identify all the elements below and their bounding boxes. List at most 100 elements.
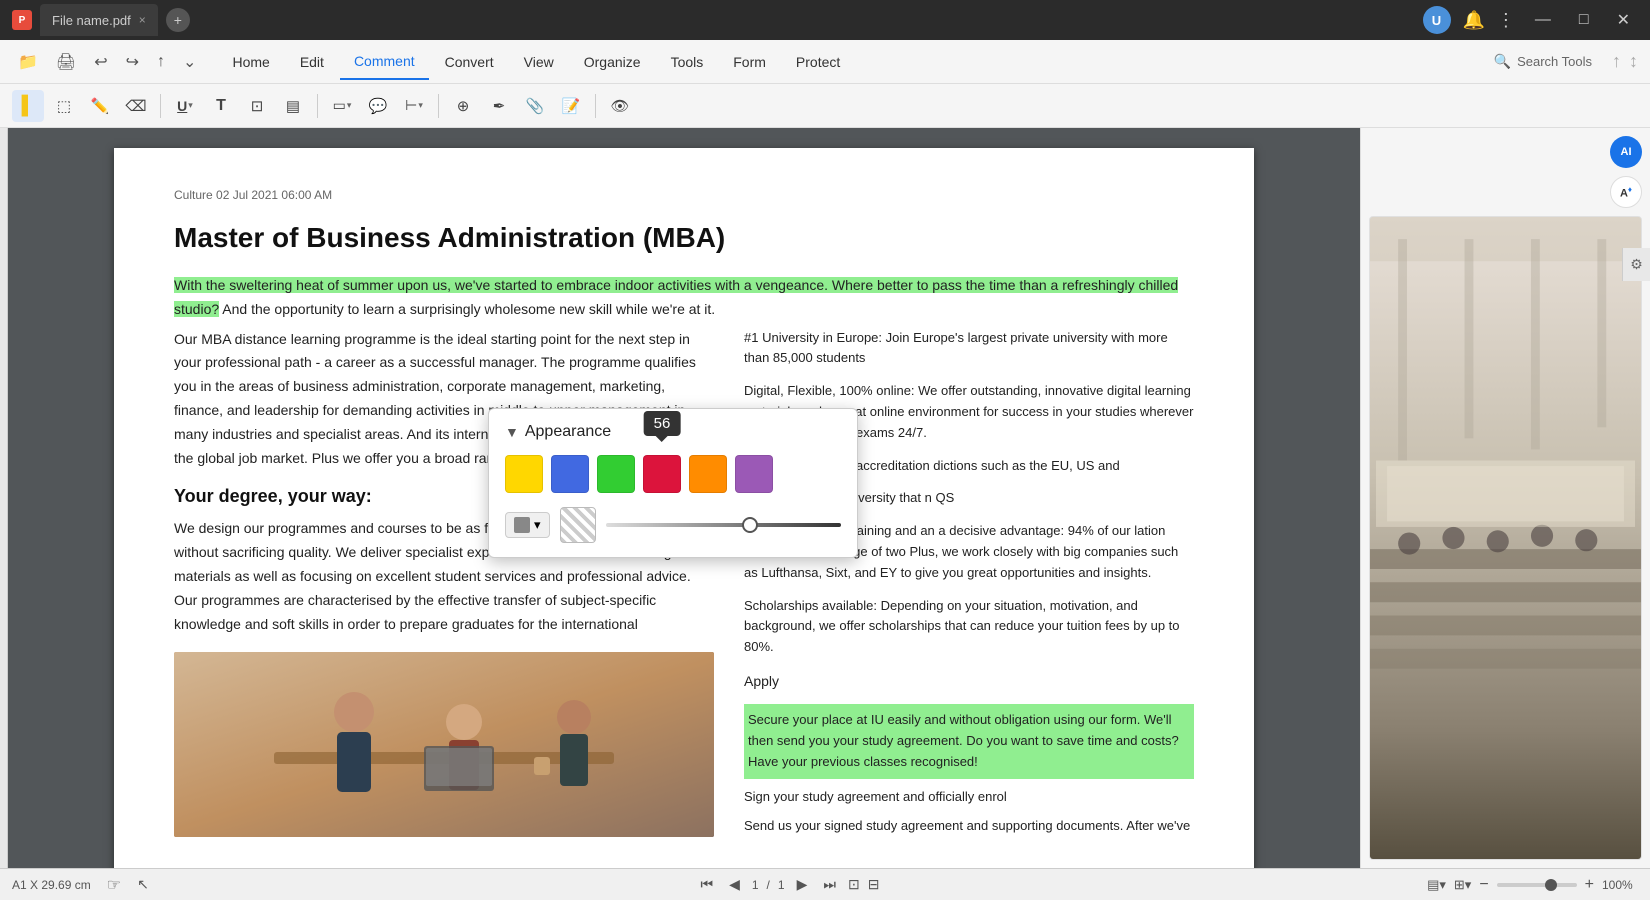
page-total: 1 (778, 878, 785, 892)
after-highlight: And the opportunity to learn a surprisin… (222, 301, 715, 317)
fit-page-button[interactable]: ⊡ (848, 876, 860, 893)
right-panel-adjust-button[interactable]: ⚙ (1622, 248, 1650, 281)
download-icon[interactable]: ⌄ (177, 48, 202, 76)
maximize-button[interactable]: □ (1571, 7, 1597, 33)
close-button[interactable]: ✕ (1609, 6, 1638, 34)
zoom-in-button[interactable]: + (1585, 876, 1594, 894)
notification-icon[interactable]: 🔔 (1463, 10, 1485, 31)
last-page-button[interactable]: ⏭ (819, 874, 840, 895)
toolbar: ▌ ⬚ ✏️ ⌫ U ▾ T ⊡ ▤ ▭ ▾ 💬 ⊢ ▾ ⊕ ✒ 📎 📝 (0, 84, 1650, 128)
color-swatch-orange[interactable] (689, 455, 727, 493)
sticky-note-button[interactable]: 📝 (555, 90, 587, 122)
minimize-button[interactable]: — (1527, 7, 1559, 33)
callout-button[interactable]: 💬 (362, 90, 394, 122)
undo-icon[interactable]: ↩ (88, 48, 113, 76)
zoom-slider[interactable] (1497, 883, 1577, 887)
menu-item-form[interactable]: Form (719, 44, 780, 80)
search-tools-label: Search Tools (1517, 54, 1592, 69)
doc-title: Master of Business Administration (MBA) (174, 222, 1194, 254)
layout-mode-btn[interactable]: ⊞▾ (1454, 877, 1471, 893)
menu-item-organize[interactable]: Organize (570, 44, 655, 80)
appearance-chevron-icon[interactable]: ▼ (505, 424, 519, 440)
review-button[interactable]: 👁 (604, 90, 636, 122)
underline-button[interactable]: U ▾ (169, 90, 201, 122)
title-bar-right: U 🔔 ⋮ — □ ✕ (1423, 6, 1639, 34)
menu-item-protect[interactable]: Protect (782, 44, 854, 80)
color-swatch-purple[interactable] (735, 455, 773, 493)
slider-thumb[interactable] (742, 517, 758, 533)
prev-page-button[interactable]: ◀ (725, 874, 744, 895)
ai-assistant-button[interactable]: AI (1610, 136, 1642, 168)
appearance-bottom: ▾ (505, 507, 841, 543)
eraser-button[interactable]: ⌫ (120, 90, 152, 122)
text-button[interactable]: T (205, 90, 237, 122)
opacity-pattern[interactable] (560, 507, 596, 543)
doc-image (174, 652, 714, 837)
print-icon[interactable]: 🖨 (50, 48, 82, 76)
main-area: Culture 02 Jul 2021 06:00 AM Master of B… (0, 128, 1650, 868)
menu-item-tools[interactable]: Tools (657, 44, 718, 80)
pdf-tab[interactable]: File name.pdf × (40, 4, 158, 36)
menu-item-edit[interactable]: Edit (286, 44, 338, 80)
page-current: 1 (752, 878, 759, 892)
menu-right: 🔍 Search Tools ↑ ↕ (1482, 48, 1638, 75)
color-swatch-red[interactable] (643, 455, 681, 493)
toolbar-sep-4 (595, 94, 596, 118)
page-separator: / (767, 878, 770, 892)
review-icon: 👁 (610, 97, 629, 115)
cursor-tool-icon[interactable]: ☞ (107, 875, 121, 895)
attach-button[interactable]: 📎 (519, 90, 551, 122)
doc-right-col: #1 University in Europe: Join Europe's l… (744, 328, 1194, 849)
opacity-slider[interactable] (606, 523, 841, 527)
user-avatar[interactable]: U (1423, 6, 1451, 34)
signature-icon: ✒ (493, 97, 506, 115)
translate-button[interactable]: A♦ (1610, 176, 1642, 208)
zoom-thumb[interactable] (1545, 879, 1557, 891)
color-swatches: 56 (505, 455, 841, 493)
menu-item-view[interactable]: View (510, 44, 568, 80)
color-swatch-red-container: 56 (643, 455, 681, 493)
zoom-out-button[interactable]: − (1479, 876, 1488, 894)
status-right: ▤▾ ⊞▾ − + 100% (1427, 876, 1638, 894)
more-options-icon[interactable]: ⋮ (1497, 10, 1515, 31)
highlight-tool-button[interactable]: ▌ (12, 90, 44, 122)
first-page-button[interactable]: ⏮ (696, 874, 717, 895)
select-area-icon: ⬚ (57, 97, 71, 115)
color-swatch-blue[interactable] (551, 455, 589, 493)
zoom-level: 100% (1602, 878, 1638, 892)
share-icon[interactable]: ↑ (151, 49, 171, 75)
status-bar: A1 X 29.69 cm ☞ ↖ ⏮ ◀ 1 / 1 ▶ ⏭ ⊡ ⊟ ▤▾ ⊞… (0, 868, 1650, 900)
rectangle-button[interactable]: ▭ ▾ (326, 90, 358, 122)
redo-icon[interactable]: ↪ (120, 48, 145, 76)
apply-title: Apply (744, 670, 1194, 692)
new-tab-button[interactable]: + (166, 8, 190, 32)
doc-left-col: Our MBA distance learning programme is t… (174, 328, 714, 849)
menu-item-home[interactable]: Home (218, 44, 283, 80)
next-page-button[interactable]: ▶ (793, 874, 812, 895)
close-tab-button[interactable]: × (139, 13, 146, 27)
pointer-tool-icon[interactable]: ↖ (137, 876, 149, 893)
select-area-button[interactable]: ⬚ (48, 90, 80, 122)
app-icon: P (12, 10, 32, 30)
measure-button[interactable]: ⊢ ▾ (398, 90, 430, 122)
view-mode-btn[interactable]: ▤▾ (1427, 877, 1446, 893)
crop-button[interactable]: ⊡ (241, 90, 273, 122)
signature-button[interactable]: ✒ (483, 90, 515, 122)
textbox-button[interactable]: ▤ (277, 90, 309, 122)
menu-item-convert[interactable]: Convert (431, 44, 508, 80)
fill-color-button[interactable]: ▾ (505, 512, 550, 538)
stamp-button[interactable]: ⊕ (447, 90, 479, 122)
appearance-popup: ▼ Appearance 56 ▾ (488, 408, 858, 558)
color-swatch-yellow[interactable] (505, 455, 543, 493)
menu-item-comment[interactable]: Comment (340, 44, 429, 80)
upload-icon[interactable]: ↑ (1612, 51, 1621, 72)
document-area[interactable]: Culture 02 Jul 2021 06:00 AM Master of B… (8, 128, 1360, 868)
folder-icon[interactable]: 📁 (12, 48, 44, 76)
fill-color-swatch (514, 517, 530, 533)
expand-icon[interactable]: ↕ (1629, 51, 1638, 72)
color-swatch-green[interactable] (597, 455, 635, 493)
fit-width-button[interactable]: ⊟ (868, 876, 880, 893)
opacity-tooltip: 56 (644, 411, 681, 436)
pencil-button[interactable]: ✏️ (84, 90, 116, 122)
search-tools-button[interactable]: 🔍 Search Tools (1482, 48, 1604, 75)
